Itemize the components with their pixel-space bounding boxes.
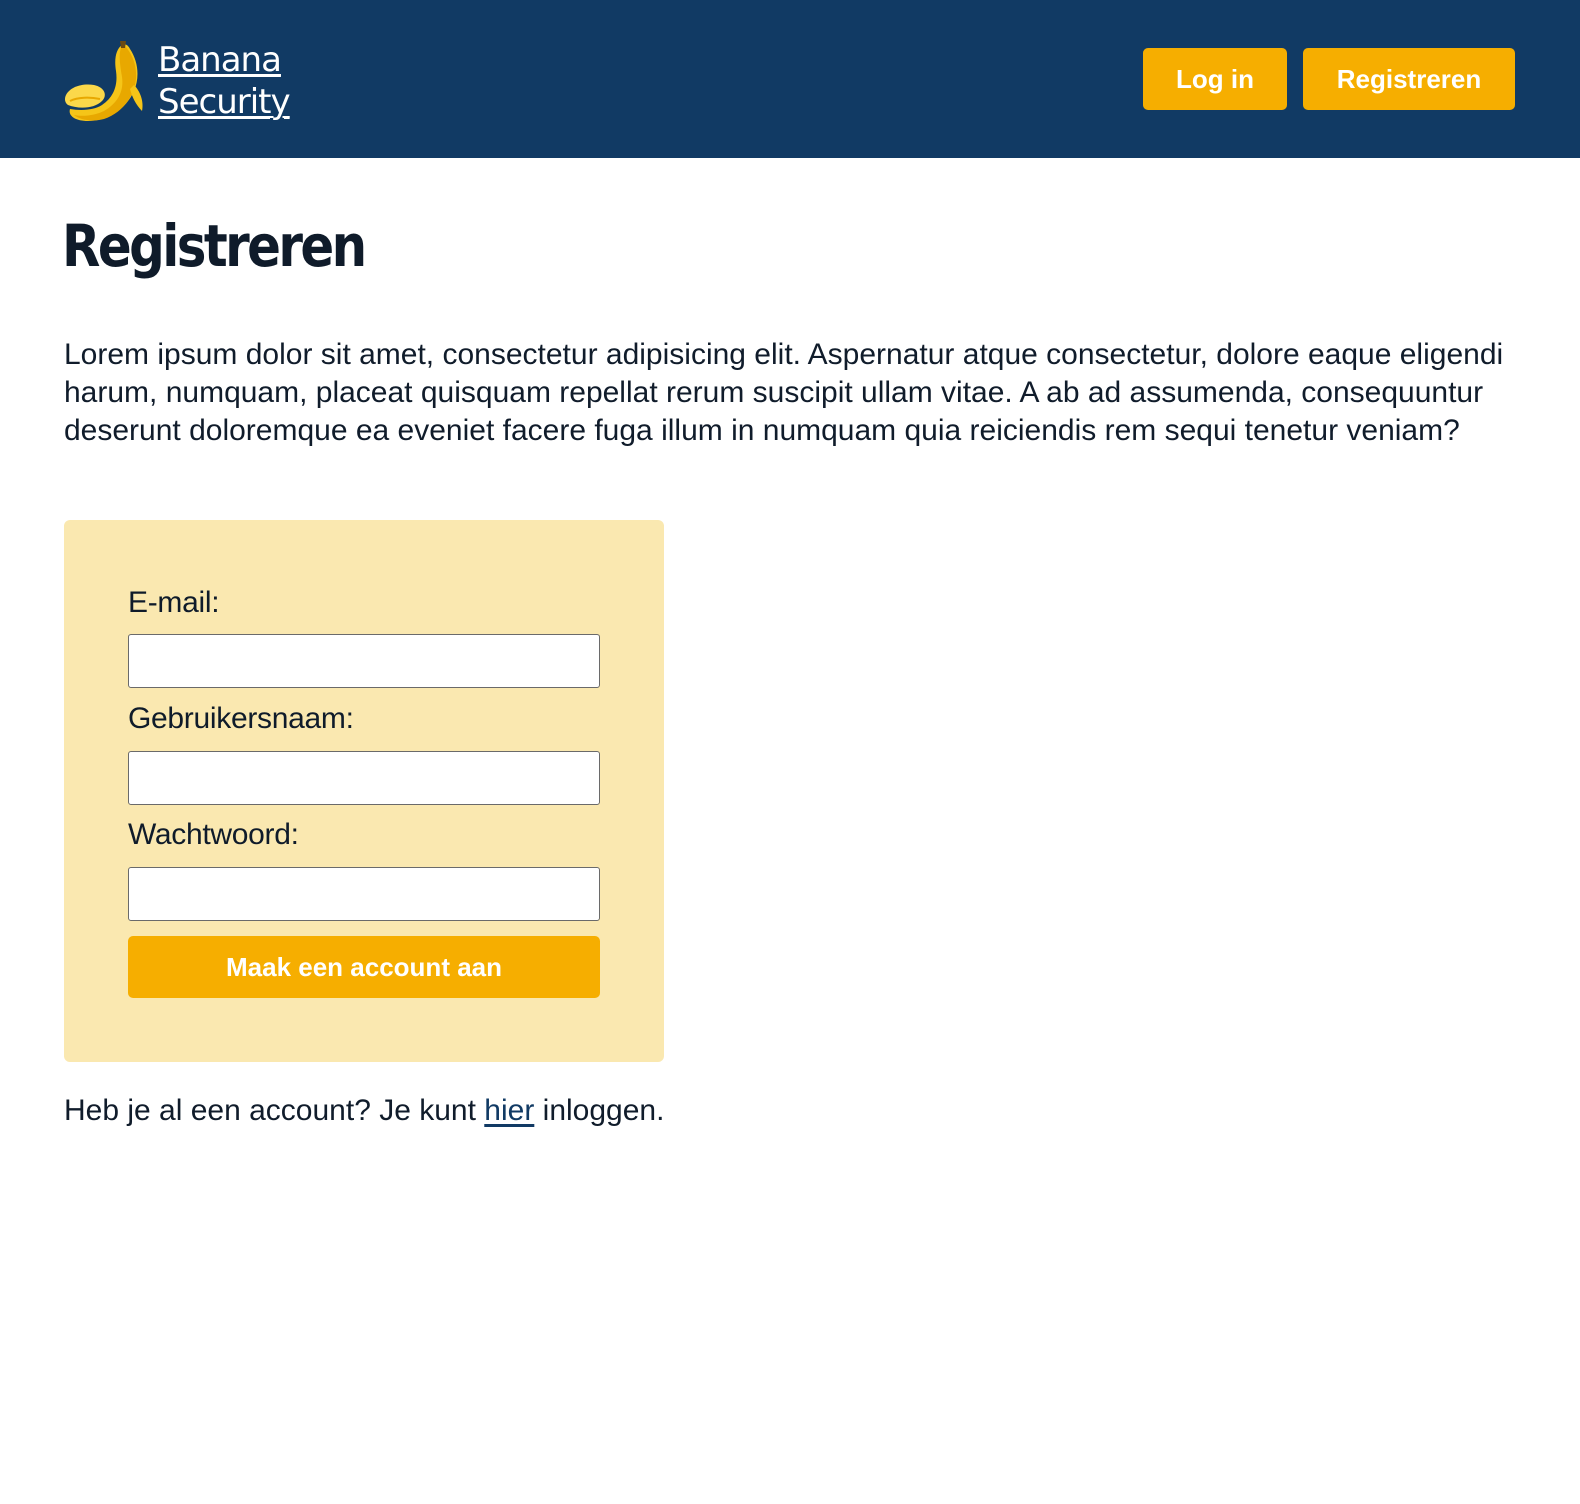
- login-here-link[interactable]: hier: [484, 1094, 534, 1127]
- email-label: E-mail:: [128, 586, 220, 619]
- username-label: Gebruikersnaam:: [128, 702, 354, 735]
- email-field[interactable]: [128, 634, 600, 688]
- register-button[interactable]: Registreren: [1303, 48, 1515, 110]
- password-label: Wachtwoord:: [128, 818, 299, 851]
- banana-icon: [64, 41, 143, 121]
- login-button[interactable]: Log in: [1143, 48, 1287, 110]
- brand-line1: Banana: [158, 40, 282, 80]
- login-prompt: Heb je al een account? Je kunt hier inlo…: [64, 1092, 664, 1130]
- brand-name: Banana Security: [158, 39, 291, 123]
- login-prompt-suffix: inloggen.: [534, 1094, 665, 1127]
- username-field[interactable]: [128, 751, 600, 805]
- create-account-button[interactable]: Maak een account aan: [128, 936, 600, 998]
- password-field[interactable]: [128, 867, 600, 921]
- registration-form: E-mail: Gebruikersnaam: Wachtwoord: Maak…: [64, 520, 664, 1062]
- brand-home-link[interactable]: Banana Security: [64, 36, 291, 126]
- intro-text: Lorem ipsum dolor sit amet, consectetur …: [64, 338, 1504, 447]
- top-navigation-bar: Banana Security Log in Registreren: [0, 0, 1580, 158]
- page-title: Registreren: [62, 212, 367, 280]
- brand-line2: Security: [158, 82, 291, 122]
- login-prompt-prefix: Heb je al een account? Je kunt: [64, 1094, 485, 1127]
